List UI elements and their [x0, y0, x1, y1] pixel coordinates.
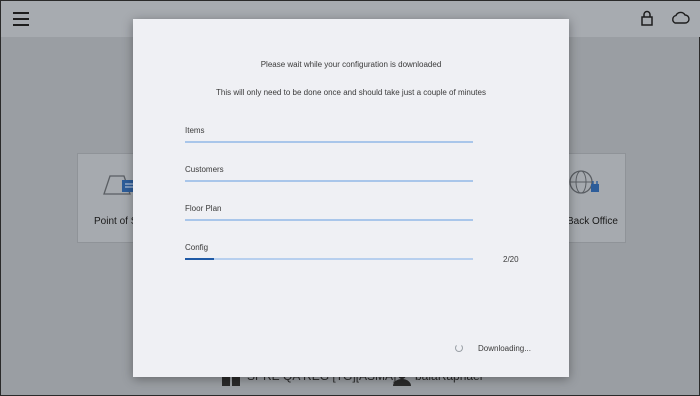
task-config: Config [185, 243, 473, 260]
loading-spinner-icon [455, 344, 463, 352]
tile-label-back-office: Back Office [567, 216, 618, 227]
progress-bar-items [185, 141, 473, 143]
cloud-icon[interactable] [670, 11, 690, 25]
hamburger-menu-icon[interactable] [13, 12, 29, 26]
config-count: 2/20 [503, 255, 519, 264]
progress-bar-customers [185, 180, 473, 182]
download-config-dialog: Please wait while your configuration is … [133, 19, 569, 377]
task-customers: Customers [185, 165, 473, 182]
progress-fill-floor-plan [185, 219, 473, 221]
progress-bar-floor-plan [185, 219, 473, 221]
task-items: Items [185, 126, 473, 143]
duration-message: This will only need to be done once and … [216, 88, 486, 97]
task-label-floor-plan: Floor Plan [185, 204, 222, 213]
progress-fill-customers [185, 180, 473, 182]
download-status: Downloading... [478, 344, 531, 353]
lock-icon[interactable] [641, 10, 653, 26]
globe-plug-icon [569, 170, 599, 194]
task-label-config: Config [185, 243, 209, 252]
wait-message: Please wait while your configuration is … [260, 60, 442, 69]
progress-fill-items [185, 141, 473, 143]
progress-fill-config [185, 258, 214, 260]
task-floor-plan: Floor Plan [185, 204, 473, 221]
task-label-customers: Customers [185, 165, 224, 174]
task-label-items: Items [185, 126, 205, 135]
progress-bar-config [185, 258, 473, 260]
